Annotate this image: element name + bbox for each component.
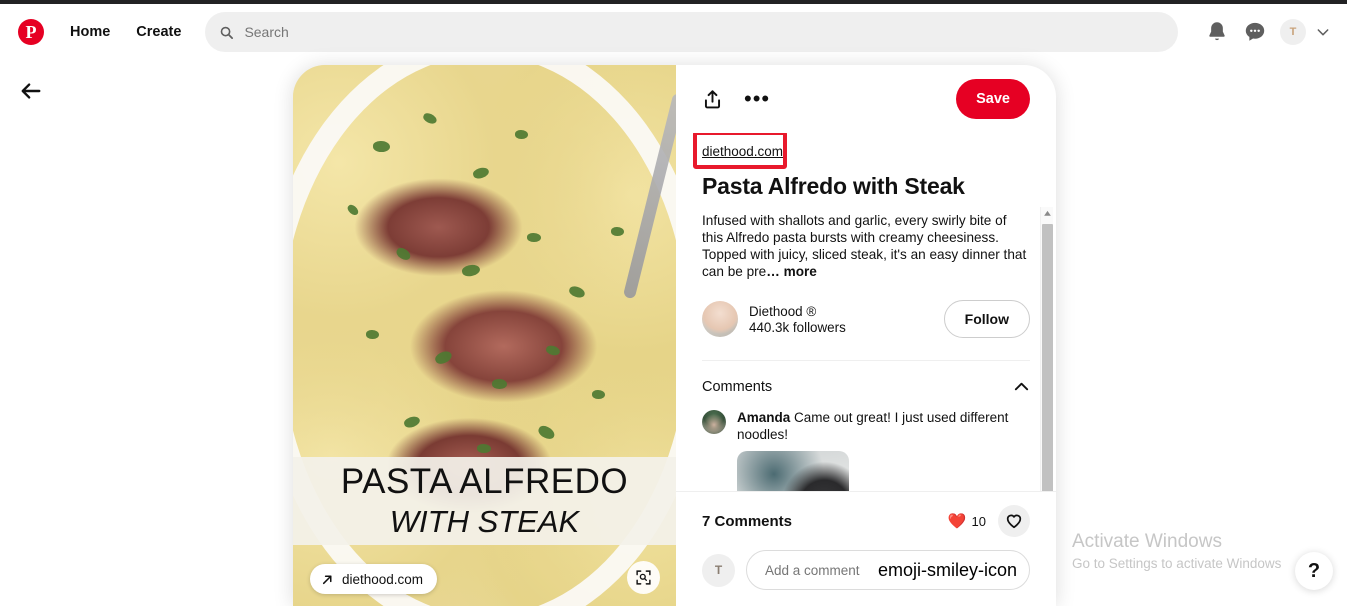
creator-name[interactable]: Diethood ® [749, 304, 846, 319]
pinterest-logo-icon[interactable]: P [18, 19, 44, 45]
heart-outline-icon [1006, 514, 1022, 529]
comment-text: Amanda Came out great! I just used diffe… [737, 409, 1030, 443]
comment-input-placeholder: Add a comment [765, 562, 860, 578]
pin-image-container[interactable]: PASTA ALFREDO WITH STEAK diethood.com [293, 65, 676, 606]
comment-author-avatar[interactable] [702, 410, 726, 434]
chevron-down-icon[interactable] [1315, 24, 1331, 40]
react-heart-button[interactable] [998, 505, 1030, 537]
reaction-group: ❤️ 10 [948, 505, 1030, 537]
search-bar[interactable]: Search [205, 12, 1178, 52]
scroll-up-arrow-icon[interactable] [1043, 209, 1052, 218]
visual-search-icon [636, 570, 651, 585]
creator-avatar[interactable] [702, 301, 738, 337]
creator-followers: 440.3k followers [749, 319, 846, 335]
arrow-up-right-icon [322, 574, 332, 584]
more-options-button[interactable]: ••• [744, 88, 770, 110]
visual-search-button[interactable] [627, 561, 660, 594]
bell-icon[interactable] [1204, 19, 1230, 45]
follow-button[interactable]: Follow [943, 300, 1030, 338]
comment-composer-bar: 7 Comments ❤️ 10 T Add a comment emoji-s… [676, 491, 1056, 606]
comment-attached-photo[interactable] [737, 451, 849, 491]
source-link[interactable]: diethood.com [702, 144, 783, 159]
windows-activation-watermark: Activate Windows Go to Settings to activ… [1072, 531, 1281, 571]
image-title-overlay: PASTA ALFREDO WITH STEAK [293, 457, 676, 545]
more-link[interactable]: … more [766, 264, 817, 279]
nav-home-link[interactable]: Home [70, 24, 110, 40]
comment-author-name[interactable]: Amanda [737, 410, 790, 425]
comment-count-label: 7 Comments [702, 512, 793, 530]
source-link-wrapper: diethood.com [693, 133, 787, 169]
overlay-line-2: WITH STEAK [389, 504, 580, 539]
reaction-emoji-icon[interactable]: ❤️ [948, 512, 967, 530]
pinterest-closeup-page: P Home Create Search T PASTA ALFREDO WIT… [0, 0, 1347, 606]
user-avatar[interactable]: T [1280, 19, 1306, 45]
save-button[interactable]: Save [956, 79, 1030, 119]
comment-input[interactable]: Add a comment emoji-smiley-icon [746, 550, 1030, 590]
watermark-line-2: Go to Settings to activate Windows [1072, 556, 1282, 571]
comment-item: Amanda Came out great! I just used diffe… [702, 409, 1030, 491]
pin-action-bar: ••• Save [676, 65, 1056, 133]
comments-header-row: Comments [702, 360, 1030, 395]
creator-profile-row: Diethood ® 440.3k followers Follow [702, 300, 1030, 338]
help-button[interactable]: ? [1295, 552, 1333, 590]
current-user-avatar[interactable]: T [702, 553, 735, 587]
pin-detail-panel: ••• Save diethood.com Pasta Alfredo with… [676, 65, 1056, 606]
comment-count-row: 7 Comments ❤️ 10 [702, 505, 1030, 537]
emoji-smiley-icon[interactable]: emoji-smiley-icon [878, 561, 1017, 579]
top-navigation-bar: P Home Create Search T [0, 4, 1347, 60]
pin-title: Pasta Alfredo with Steak [702, 173, 965, 199]
detail-scrollbar-track[interactable] [1040, 207, 1053, 491]
overlay-line-1: PASTA ALFREDO [340, 462, 629, 501]
pin-description-text: Infused with shallots and garlic, every … [702, 213, 1027, 279]
comments-header-label: Comments [702, 378, 773, 395]
watermark-line-1: Activate Windows [1072, 531, 1222, 552]
chat-bubble-icon[interactable] [1242, 19, 1268, 45]
search-icon [221, 26, 234, 39]
detail-scrollbar-thumb[interactable] [1042, 224, 1053, 491]
nav-create-link[interactable]: Create [136, 24, 181, 40]
search-input[interactable]: Search [244, 24, 288, 40]
comment-input-row: T Add a comment emoji-smiley-icon [702, 550, 1030, 590]
pin-description: Infused with shallots and garlic, every … [702, 212, 1030, 280]
share-icon[interactable] [702, 89, 723, 110]
comment-body: Amanda Came out great! I just used diffe… [737, 409, 1030, 491]
image-source-badge[interactable]: diethood.com [310, 564, 438, 594]
image-source-badge-label: diethood.com [342, 571, 424, 587]
back-arrow-icon[interactable] [20, 80, 42, 102]
chevron-up-icon[interactable] [1013, 378, 1030, 395]
reaction-count: 10 [971, 513, 986, 529]
pin-closeup-card: PASTA ALFREDO WITH STEAK diethood.com ••… [293, 65, 1056, 606]
creator-meta: Diethood ® 440.3k followers [749, 304, 846, 335]
pin-detail-scroll-area: diethood.com Pasta Alfredo with Steak In… [676, 133, 1056, 491]
